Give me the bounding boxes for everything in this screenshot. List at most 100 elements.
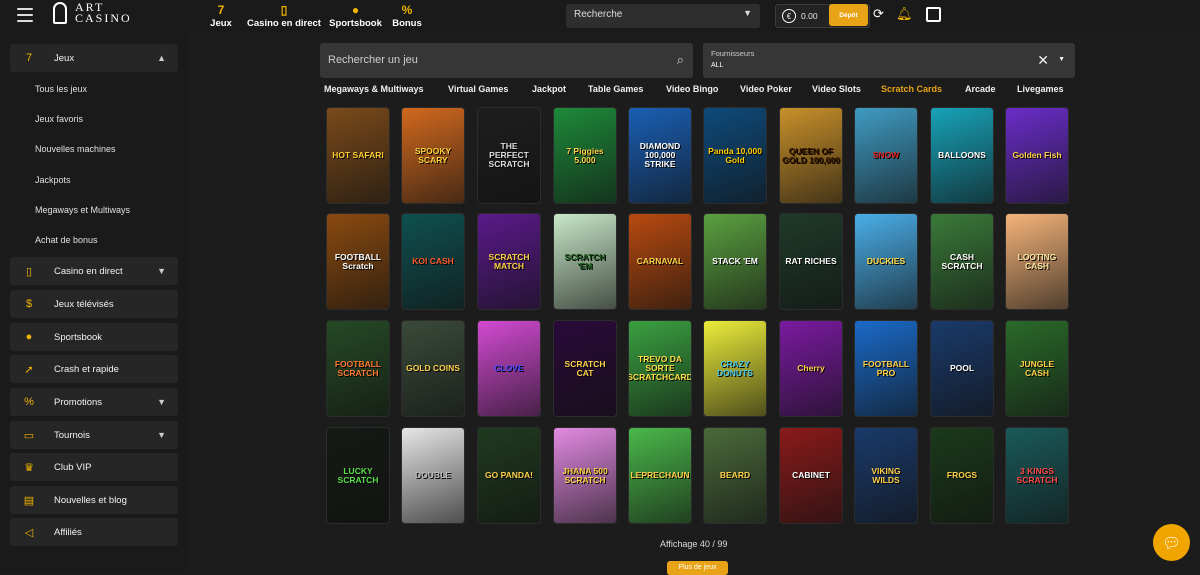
- sidebar-sub-jeux-favoris[interactable]: Jeux favoris: [35, 114, 83, 124]
- game-tile[interactable]: FOOTBALL SCRATCH: [326, 320, 390, 417]
- providers-label: Fournisseurs: [711, 49, 755, 58]
- nav-casino-direct-label: Casino en direct: [247, 17, 321, 29]
- game-tile[interactable]: SCRATCH CAT: [553, 320, 617, 417]
- sidebar-item-affilies[interactable]: ◁ Affiliés: [10, 518, 178, 546]
- game-tile[interactable]: DOUBLE: [401, 427, 465, 524]
- game-tile[interactable]: GO PANDA!: [477, 427, 541, 524]
- tab-livegames[interactable]: Livegames: [1017, 84, 1064, 94]
- load-more-button[interactable]: Plus de jeux: [667, 561, 728, 575]
- tab-video-slots[interactable]: Video Slots: [812, 84, 861, 94]
- sidebar-item-blog[interactable]: ▤ Nouvelles et blog: [10, 486, 178, 514]
- refresh-icon[interactable]: ⟳: [873, 6, 884, 22]
- game-tile[interactable]: CASH SCRATCH: [930, 213, 994, 310]
- chat-bubble-icon[interactable]: 💬︎: [1153, 524, 1190, 561]
- sidebar-sub-megaways[interactable]: Megaways et Multiways: [35, 205, 130, 215]
- game-tile[interactable]: CARNAVAL: [628, 213, 692, 310]
- game-tile[interactable]: DIAMOND 100,000 STRIKE: [628, 107, 692, 204]
- game-tile[interactable]: SCRATCH 'EM: [553, 213, 617, 310]
- nav-casino-direct[interactable]: ▯ Casino en direct: [247, 0, 321, 32]
- game-tile[interactable]: Panda 10,000 Gold: [703, 107, 767, 204]
- game-tile[interactable]: VIKING WILDS: [854, 427, 918, 524]
- game-title: DUCKIES: [866, 256, 906, 266]
- menu-icon[interactable]: [17, 8, 33, 22]
- nav-jeux-label: Jeux: [210, 17, 232, 29]
- game-tile[interactable]: KOI CASH: [401, 213, 465, 310]
- percent-icon: %: [24, 396, 34, 408]
- sidebar-item-tournois[interactable]: ▭ Tournois ▼: [10, 421, 178, 449]
- game-tile[interactable]: LEPRECHAUN: [628, 427, 692, 524]
- clear-icon[interactable]: ✕: [1037, 52, 1049, 69]
- sidebar-item-label: Promotions: [54, 396, 103, 408]
- game-tile[interactable]: POOL: [930, 320, 994, 417]
- sidebar-item-club-vip[interactable]: ♛ Club VIP: [10, 453, 178, 481]
- sidebar-item-sportsbook[interactable]: ● Sportsbook: [10, 323, 178, 351]
- seven-icon: 7: [217, 2, 225, 17]
- game-tile[interactable]: QUEEN OF GOLD 100,000: [779, 107, 843, 204]
- game-tile[interactable]: Cherry: [779, 320, 843, 417]
- sidebar-item-promotions[interactable]: % Promotions ▼: [10, 388, 178, 416]
- deposit-button[interactable]: Dépôt: [829, 4, 868, 26]
- game-tile[interactable]: TREVO DA SORTE SCRATCHCARD: [628, 320, 692, 417]
- game-tile[interactable]: GOLD COINS: [401, 320, 465, 417]
- chevron-down-icon[interactable]: ▼: [1058, 56, 1065, 63]
- tab-megaways[interactable]: Megaways & Multiways: [324, 84, 424, 94]
- header-search-select[interactable]: Recherche ▼: [566, 4, 760, 28]
- game-title: THE PERFECT SCRATCH: [488, 141, 530, 169]
- rocket-icon: ➚: [24, 363, 34, 376]
- game-title: SCRATCH MATCH: [488, 251, 530, 271]
- tab-jackpot[interactable]: Jackpot: [532, 84, 566, 94]
- game-tile[interactable]: HOT SAFARI: [326, 107, 390, 204]
- game-tile[interactable]: DUCKIES: [854, 213, 918, 310]
- game-tile[interactable]: LOOTING CASH: [1005, 213, 1069, 310]
- game-tile[interactable]: 7 Piggies 5.000: [553, 107, 617, 204]
- sidebar-sub-tous-les-jeux[interactable]: Tous les jeux: [35, 84, 87, 94]
- game-tile[interactable]: JHANA 500 SCRATCH: [553, 427, 617, 524]
- user-icon[interactable]: [926, 7, 941, 22]
- game-search-input[interactable]: Rechercher un jeu ⌕: [320, 43, 693, 78]
- tab-arcade[interactable]: Arcade: [965, 84, 996, 94]
- game-tile[interactable]: LUCKY SCRATCH: [326, 427, 390, 524]
- game-title: Golden Fish: [1012, 150, 1062, 160]
- game-tile[interactable]: SPOOKY SCARY: [401, 107, 465, 204]
- providers-select[interactable]: Fournisseurs ALL ✕ ▼: [703, 43, 1075, 78]
- sidebar-item-jeux-televises[interactable]: $ Jeux télévisés: [10, 290, 178, 318]
- sidebar-item-jeux[interactable]: 7 Jeux ▲: [10, 44, 178, 72]
- game-title: BALLOONS: [938, 150, 986, 160]
- tab-table-games[interactable]: Table Games: [588, 84, 643, 94]
- tab-virtual-games[interactable]: Virtual Games: [448, 84, 508, 94]
- nav-bonus[interactable]: % Bonus: [392, 0, 422, 32]
- game-tile[interactable]: THE PERFECT SCRATCH: [477, 107, 541, 204]
- bell-icon[interactable]: 🔔︎: [896, 6, 913, 22]
- sidebar-sub-nouvelles-machines[interactable]: Nouvelles machines: [35, 144, 116, 154]
- sidebar-item-crash[interactable]: ➚ Crash et rapide: [10, 355, 178, 383]
- game-tile[interactable]: CABINET: [779, 427, 843, 524]
- game-tile[interactable]: STACK 'EM: [703, 213, 767, 310]
- nav-sportsbook-label: Sportsbook: [329, 17, 382, 29]
- game-tile[interactable]: BALLOONS: [930, 107, 994, 204]
- logo[interactable]: ART CASINO: [53, 1, 132, 24]
- game-tile[interactable]: SNOW: [854, 107, 918, 204]
- game-title: RAT RICHES: [785, 256, 837, 266]
- game-tile[interactable]: SCRATCH MATCH: [477, 213, 541, 310]
- nav-sportsbook[interactable]: ● Sportsbook: [329, 0, 382, 32]
- search-icon[interactable]: ⌕: [677, 52, 684, 68]
- game-tile[interactable]: CLOVE: [477, 320, 541, 417]
- tab-scratch-cards[interactable]: Scratch Cards: [881, 84, 942, 94]
- game-tile[interactable]: Golden Fish: [1005, 107, 1069, 204]
- sidebar-sub-achat-bonus[interactable]: Achat de bonus: [35, 235, 98, 245]
- game-title: 7 Piggies 5.000: [566, 145, 604, 165]
- tab-video-bingo[interactable]: Video Bingo: [666, 84, 718, 94]
- game-tile[interactable]: FROGS: [930, 427, 994, 524]
- tab-video-poker[interactable]: Video Poker: [740, 84, 792, 94]
- game-title: DOUBLE: [415, 470, 451, 480]
- sidebar-sub-jackpots[interactable]: Jackpots: [35, 175, 71, 185]
- game-tile[interactable]: RAT RICHES: [779, 213, 843, 310]
- nav-jeux[interactable]: 7 Jeux: [208, 0, 234, 32]
- game-tile[interactable]: FOOTBALL Scratch: [326, 213, 390, 310]
- sidebar-item-casino-direct[interactable]: ▯ Casino en direct ▼: [10, 257, 178, 285]
- game-tile[interactable]: JUNGLE CASH: [1005, 320, 1069, 417]
- game-tile[interactable]: FOOTBALL PRO: [854, 320, 918, 417]
- game-tile[interactable]: CRAZY DONUTS: [703, 320, 767, 417]
- game-tile[interactable]: 3 KINGS SCRATCH: [1005, 427, 1069, 524]
- game-tile[interactable]: BEARD: [703, 427, 767, 524]
